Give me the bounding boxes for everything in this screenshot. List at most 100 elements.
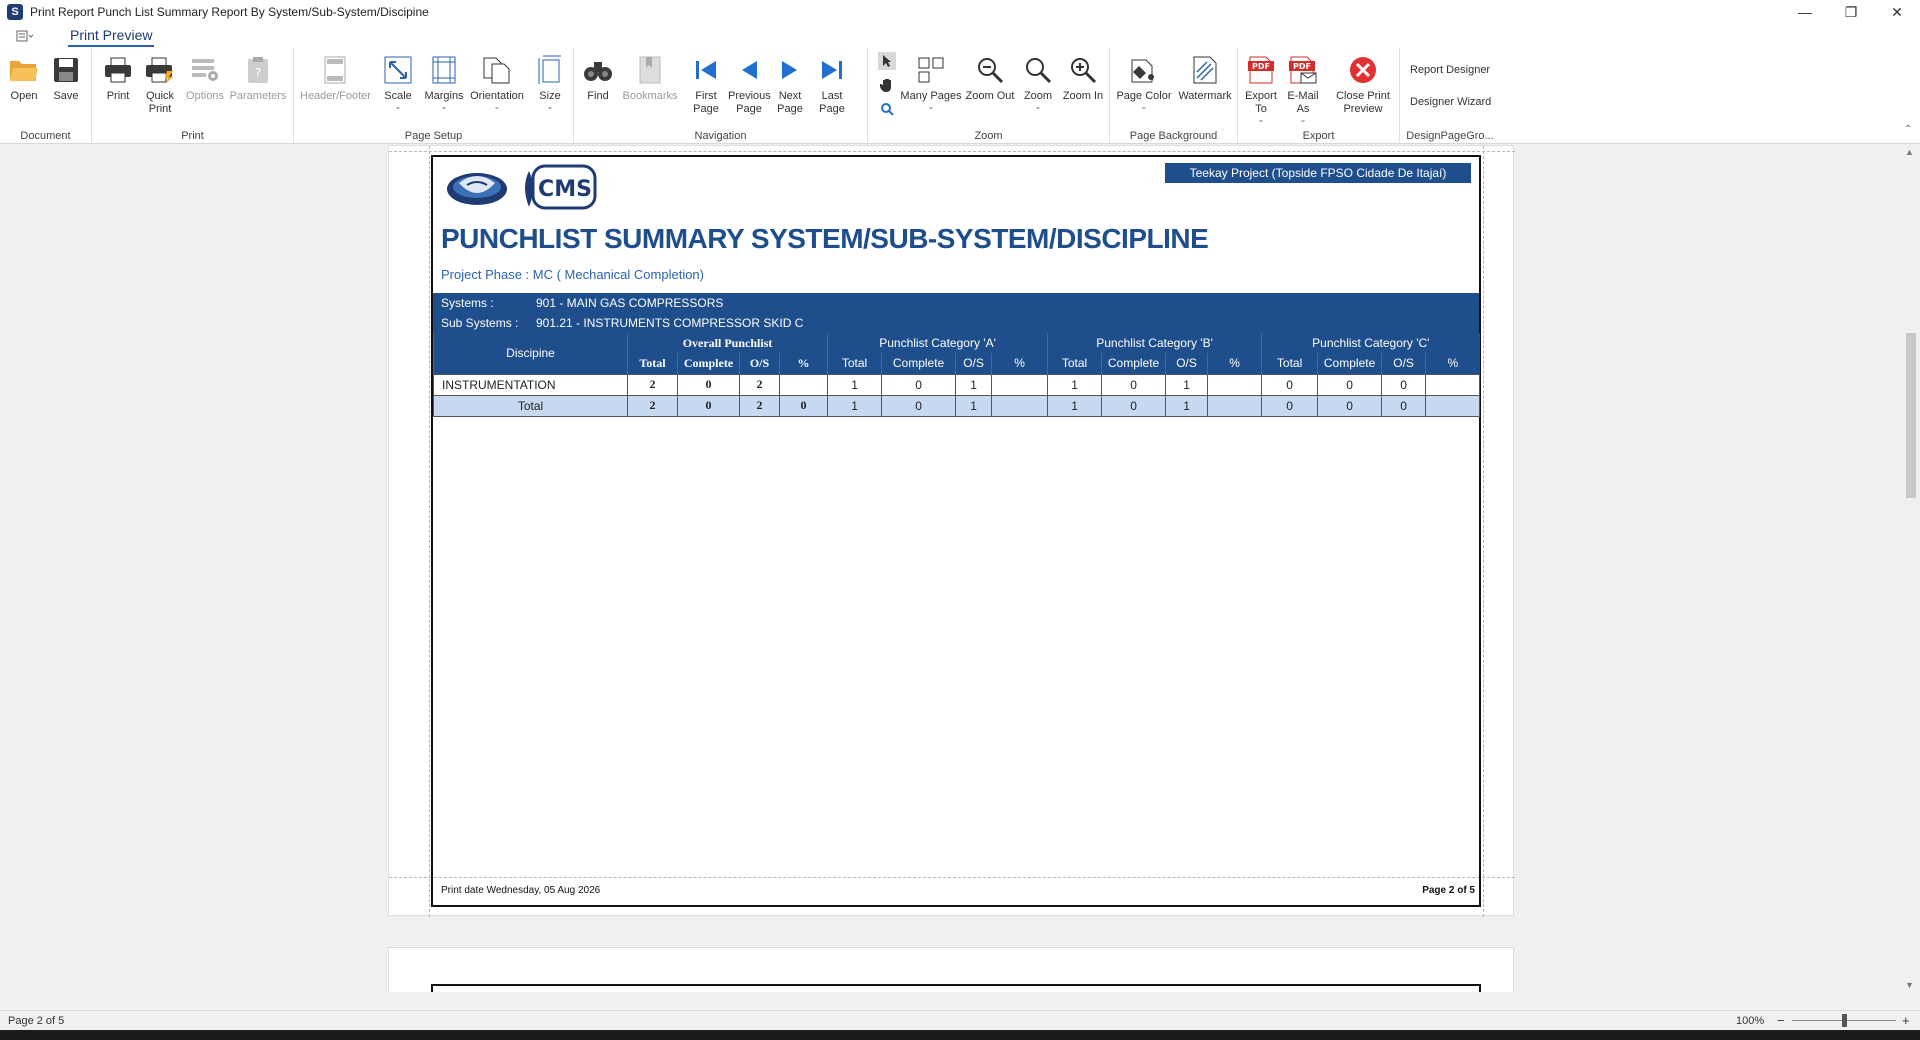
total-overall-total: 2	[627, 394, 678, 417]
total-overall-complete: 0	[677, 394, 740, 417]
header-footer-icon	[319, 54, 351, 86]
tab-print-preview[interactable]: Print Preview	[68, 26, 155, 47]
many-pages-icon	[915, 54, 947, 86]
total-a-os: 1	[955, 394, 993, 417]
subsystems-value: 901.21 - INSTRUMENTS COMPRESSOR SKID C	[536, 316, 804, 330]
header-footer-button[interactable]: Header/Footer	[300, 54, 371, 103]
watermark-button[interactable]: Watermark	[1176, 54, 1234, 103]
size-button[interactable]: Size ⌄	[532, 54, 568, 111]
find-button[interactable]: Find	[580, 54, 616, 103]
cell-overall-pct	[778, 373, 829, 396]
pointer-tool-icon[interactable]	[878, 52, 896, 70]
punchlist-table: Discipine Overall Punchlist Punchlist Ca…	[433, 333, 1481, 417]
next-page-frame	[431, 984, 1481, 992]
page-color-button[interactable]: Page Color ⌄	[1114, 54, 1174, 111]
pdf-export-icon: PDF	[1245, 54, 1277, 86]
scroll-down-icon[interactable]: ▼	[1905, 980, 1914, 990]
zoom-slider-thumb[interactable]	[1842, 1014, 1847, 1027]
zoom-out-icon	[974, 54, 1006, 86]
group-print: Print Quick Print Options ? Parameters P…	[92, 48, 294, 144]
quick-access-menu-icon[interactable]	[16, 28, 36, 44]
print-date: Print date Wednesday, 05 Aug 2026	[441, 885, 601, 896]
collapse-ribbon-icon[interactable]: ⌃	[1904, 124, 1912, 135]
zoom-level: 100%	[1736, 1014, 1765, 1027]
many-pages-button[interactable]: Many Pages ⌄	[898, 54, 964, 111]
margin-guide-top	[389, 151, 1515, 152]
header-overall-total: Total	[627, 353, 678, 374]
last-page-button[interactable]: Last Page	[814, 54, 850, 116]
zoom-button[interactable]: Zoom ⌄	[1018, 54, 1058, 111]
report-designer-button[interactable]: Report Designer	[1410, 64, 1490, 76]
minimize-button[interactable]: —	[1782, 0, 1828, 24]
total-row: Total 2 0 2 0 1 0 1 1 0 1 0 0 0	[433, 394, 1481, 417]
watermark-icon	[1189, 54, 1221, 86]
app-icon: S	[7, 4, 23, 20]
page-size-icon	[534, 54, 566, 86]
zoom-icon	[1022, 54, 1054, 86]
group-export: PDF Export To ⌄ PDF E-Mail As ⌄ Close Prin…	[1238, 48, 1400, 144]
zoom-out-button[interactable]: Zoom Out	[964, 54, 1016, 103]
email-as-button[interactable]: PDF E-Mail As ⌄	[1284, 54, 1322, 124]
orientation-button[interactable]: Orientation ⌄	[466, 54, 528, 111]
total-overall-pct: 0	[778, 394, 829, 417]
scale-button[interactable]: Scale ⌄	[380, 54, 416, 111]
cell-overall-os: 2	[739, 373, 780, 396]
window-title: Print Report Punch List Summary Report B…	[30, 5, 429, 19]
header-c-total: Total	[1261, 353, 1318, 374]
export-to-button[interactable]: PDF Export To ⌄	[1242, 54, 1280, 124]
restore-button[interactable]: ❐	[1828, 0, 1874, 24]
options-button[interactable]: Options	[184, 54, 226, 103]
header-a-total: Total	[827, 353, 882, 374]
scroll-up-icon[interactable]: ▲	[1905, 147, 1914, 157]
zoom-in-button[interactable]: Zoom In	[1060, 54, 1106, 103]
designer-wizard-button[interactable]: Designer Wizard	[1410, 96, 1491, 108]
bookmark-icon	[634, 54, 666, 86]
folder-icon	[8, 54, 40, 86]
parameters-button[interactable]: ? Parameters	[226, 54, 290, 103]
printer-icon	[102, 54, 134, 86]
vertical-scrollbar[interactable]: ▲ ▼	[1902, 145, 1920, 992]
bookmarks-button[interactable]: Bookmarks	[622, 54, 678, 103]
cell-b-complete: 0	[1101, 373, 1167, 396]
scrollbar-thumb[interactable]	[1906, 333, 1916, 498]
last-page-icon	[816, 54, 848, 86]
margins-button[interactable]: Margins ⌄	[422, 54, 466, 111]
margin-guide-left	[429, 146, 430, 917]
cell-b-os: 1	[1165, 373, 1209, 396]
horizontal-scrollbar[interactable]	[0, 992, 1902, 1008]
cell-c-complete: 0	[1317, 373, 1383, 396]
header-b-complete: Complete	[1101, 353, 1166, 374]
preview-area: CMS Teekay Project (Topside FPSO Cidade …	[0, 145, 1902, 992]
binoculars-icon	[582, 54, 614, 86]
close-circle-icon	[1347, 54, 1379, 86]
zoom-plus-icon[interactable]: +	[1902, 1013, 1910, 1028]
scale-arrows-icon	[382, 54, 414, 86]
total-b-os: 1	[1165, 394, 1209, 417]
header-overall-complete: Complete	[677, 353, 740, 374]
hand-tool-icon[interactable]	[878, 76, 896, 94]
clipboard-question-icon: ?	[242, 54, 274, 86]
magnifier-tool-icon[interactable]	[878, 100, 896, 118]
zoom-minus-icon[interactable]: −	[1777, 1013, 1785, 1028]
title-bar: S Print Report Punch List Summary Report…	[0, 0, 1920, 24]
previous-page-button[interactable]: Previous Page	[728, 54, 771, 116]
next-page-button[interactable]: Next Page	[772, 54, 808, 116]
print-button[interactable]: Print	[100, 54, 136, 103]
subsystems-label: Sub Systems :	[441, 316, 519, 330]
quick-print-button[interactable]: Quick Print	[142, 54, 178, 116]
report-title: PUNCHLIST SUMMARY SYSTEM/SUB-SYSTEM/DISC…	[441, 223, 1209, 254]
cell-b-total: 1	[1047, 373, 1103, 396]
total-c-os: 0	[1381, 394, 1427, 417]
open-button[interactable]: Open	[8, 54, 40, 103]
total-a-pct	[991, 394, 1049, 417]
save-button[interactable]: Save	[50, 54, 82, 103]
report-frame: CMS Teekay Project (Topside FPSO Cidade …	[431, 155, 1481, 907]
orientation-pages-icon	[481, 54, 513, 86]
close-window-button[interactable]: ✕	[1874, 0, 1920, 24]
total-b-complete: 0	[1101, 394, 1167, 417]
cell-a-total: 1	[827, 373, 883, 396]
first-page-icon	[690, 54, 722, 86]
close-print-preview-button[interactable]: Close Print Preview	[1330, 54, 1396, 116]
first-page-button[interactable]: First Page	[688, 54, 724, 116]
cell-b-pct	[1207, 373, 1263, 396]
